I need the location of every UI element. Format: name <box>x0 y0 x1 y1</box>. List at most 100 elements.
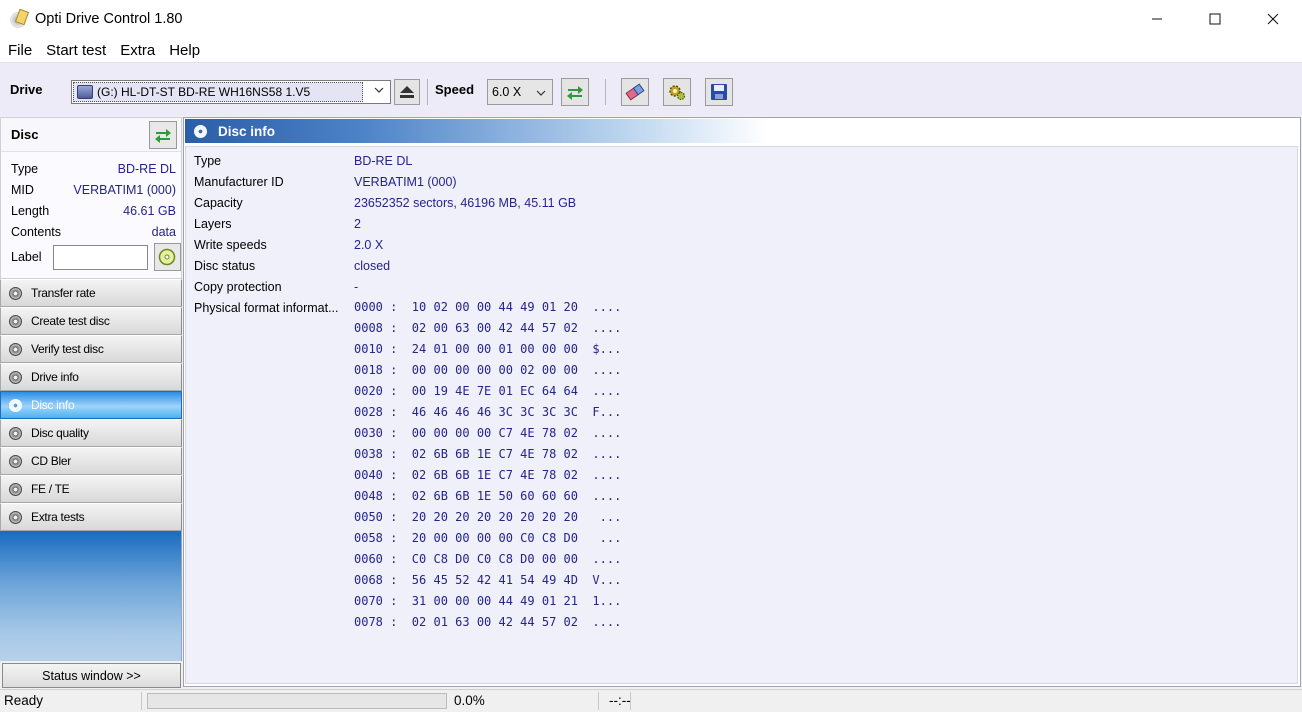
title-bar: Opti Drive Control 1.80 <box>0 0 1302 38</box>
info-row: Layers 2 <box>194 213 361 234</box>
info-key: Layers <box>194 216 232 231</box>
nav-transfer-rate[interactable]: Transfer rate <box>0 279 182 307</box>
progress-percent: 0.0% <box>454 693 485 708</box>
menu-start-test[interactable]: Start test <box>39 42 113 59</box>
menu-bar: File Start test Extra Help <box>0 38 1302 62</box>
disc-label-label: Label <box>11 250 42 264</box>
status-bar: Ready 0.0% --:-- <box>0 689 1302 712</box>
refresh-button[interactable] <box>561 78 589 106</box>
info-row: Physical format informat... <box>194 297 354 318</box>
nav-create-test-disc[interactable]: Create test disc <box>0 307 182 335</box>
gears-icon <box>669 85 686 101</box>
hex-line: 0020 : 00 19 4E 7E 01 EC 64 64 .... <box>354 384 622 398</box>
info-value: BD-RE DL <box>354 153 413 168</box>
maximize-button[interactable] <box>1186 0 1244 38</box>
nav-background <box>0 531 182 661</box>
speed-select[interactable]: 6.0 X <box>487 79 553 105</box>
app-disc-icon <box>10 8 30 28</box>
nav-disc-quality[interactable]: Disc quality <box>0 419 182 447</box>
disc-panel-title: Disc <box>11 127 39 142</box>
status-separator <box>141 692 142 710</box>
status-separator <box>630 692 631 710</box>
hex-line: 0078 : 02 01 63 00 42 44 57 02 .... <box>354 615 622 629</box>
chevron-down-icon <box>374 84 384 97</box>
disc-icon <box>9 370 22 384</box>
nav-label: Transfer rate <box>31 286 96 300</box>
erase-button[interactable] <box>621 78 649 106</box>
nav-label: Disc info <box>31 398 75 412</box>
info-row: Manufacturer ID VERBATIM1 (000) <box>194 171 457 192</box>
menu-help[interactable]: Help <box>162 42 207 59</box>
nav-verify-test-disc[interactable]: Verify test disc <box>0 335 182 363</box>
info-value: VERBATIM1 (000) <box>354 174 457 189</box>
disc-info-panel: Disc info Type BD-RE DL Manufacturer ID VE… <box>183 117 1301 687</box>
info-row: Type BD-RE DL <box>194 150 412 171</box>
disc-contents-value: data <box>151 224 176 239</box>
settings-button[interactable] <box>663 78 691 106</box>
status-separator <box>598 692 599 710</box>
nav-label: CD Bler <box>31 454 71 468</box>
nav-label: Drive info <box>31 370 79 384</box>
hex-line: 0058 : 20 00 00 00 00 C0 C8 D0 ... <box>354 531 622 545</box>
eject-button[interactable] <box>394 79 420 105</box>
disc-refresh-button[interactable] <box>149 121 177 149</box>
menu-extra[interactable]: Extra <box>113 42 162 59</box>
minimize-button[interactable] <box>1128 0 1186 38</box>
status-text: Ready <box>4 693 44 708</box>
disc-type-label: Type <box>11 161 39 176</box>
disc-contents-row: Contents data <box>1 221 181 242</box>
drive-select[interactable]: (G:) HL-DT-ST BD-RE WH16NS58 1.V5 <box>71 80 391 104</box>
close-button[interactable] <box>1244 0 1302 38</box>
nav-cd-bler[interactable]: CD Bler <box>0 447 182 475</box>
hex-line: 0060 : C0 C8 D0 C0 C8 D0 00 00 .... <box>354 552 622 566</box>
panel-title: Disc info <box>218 123 276 139</box>
toolbar-separator <box>427 79 428 105</box>
disc-icon <box>9 426 22 440</box>
info-key: Type <box>194 153 222 168</box>
disc-type-value: BD-RE DL <box>117 161 176 176</box>
chevron-down-icon <box>536 86 546 100</box>
test-navigation: Transfer rate Create test disc Verify te… <box>0 279 182 531</box>
disc-contents-label: Contents <box>11 224 62 239</box>
info-row: Copy protection - <box>194 276 358 297</box>
status-window-button[interactable]: Status window >> <box>2 663 181 688</box>
hex-line: 0070 : 31 00 00 00 44 49 01 21 1... <box>354 594 622 608</box>
drive-icon <box>77 85 93 99</box>
disc-panel: Disc Type BD-RE DL MID VERBATIM1 (000) L… <box>0 117 182 279</box>
hex-line: 0008 : 02 00 63 00 42 44 57 02 .... <box>354 321 622 335</box>
nav-extra-tests[interactable]: Extra tests <box>0 503 182 531</box>
disc-length-value: 46.61 GB <box>123 203 176 218</box>
drive-select-value: (G:) HL-DT-ST BD-RE WH16NS58 1.V5 <box>97 85 311 99</box>
toolbar: Drive (G:) HL-DT-ST BD-RE WH16NS58 1.V5 … <box>0 62 1302 116</box>
info-row: Disc status closed <box>194 255 390 276</box>
disc-type-row: Type BD-RE DL <box>1 158 181 179</box>
nav-fe-te[interactable]: FE / TE <box>0 475 182 503</box>
disc-mid-value: VERBATIM1 (000) <box>73 182 176 197</box>
disc-length-label: Length <box>11 203 50 218</box>
info-key: Write speeds <box>194 237 267 252</box>
nav-drive-info[interactable]: Drive info <box>0 363 182 391</box>
nav-disc-info[interactable]: Disc info <box>0 391 182 419</box>
disc-icon <box>194 124 207 138</box>
info-value: - <box>354 279 359 294</box>
disc-label-input[interactable] <box>52 244 148 270</box>
disc-label-button[interactable] <box>153 243 181 271</box>
speed-select-value: 6.0 X <box>492 85 522 99</box>
pfi-label: Physical format informat... <box>194 300 339 315</box>
hex-line: 0040 : 02 6B 6B 1E C7 4E 78 02 .... <box>354 468 622 482</box>
hex-line: 0010 : 24 01 00 00 01 00 00 00 $... <box>354 342 622 356</box>
info-value: 2.0 X <box>354 237 384 252</box>
progress-bar <box>147 693 447 709</box>
eject-icon <box>400 86 414 98</box>
hex-line: 0000 : 10 02 00 00 44 49 01 20 .... <box>354 300 622 314</box>
save-button[interactable] <box>705 78 733 106</box>
disc-icon <box>9 510 22 524</box>
menu-file[interactable]: File <box>0 42 39 59</box>
disc-mid-label: MID <box>11 182 34 197</box>
info-value: 23652352 sectors, 46196 MB, 45.11 GB <box>354 195 577 210</box>
maximize-icon <box>1209 13 1221 25</box>
window-title: Opti Drive Control 1.80 <box>35 11 183 27</box>
hex-line: 0068 : 56 45 52 42 41 54 49 4D V... <box>354 573 622 587</box>
elapsed-time: --:-- <box>609 693 631 708</box>
hex-line: 0028 : 46 46 46 46 3C 3C 3C 3C F... <box>354 405 622 419</box>
